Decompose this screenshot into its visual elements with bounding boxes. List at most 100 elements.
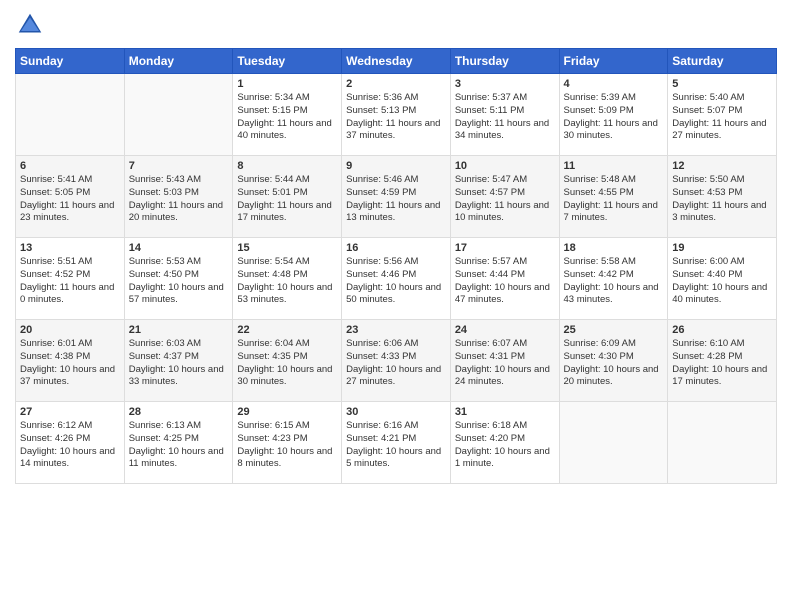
day-info: Sunrise: 5:57 AM Sunset: 4:44 PM Dayligh… [455,256,555,307]
day-info: Sunrise: 6:18 AM Sunset: 4:20 PM Dayligh… [455,420,555,471]
day-info: Sunrise: 5:46 AM Sunset: 4:59 PM Dayligh… [346,174,446,225]
calendar-cell: 18 Sunrise: 5:58 AM Sunset: 4:42 PM Dayli… [559,238,668,320]
day-info: Sunrise: 5:50 AM Sunset: 4:53 PM Dayligh… [672,174,772,225]
header [15,10,777,40]
calendar-cell: 29 Sunrise: 6:15 AM Sunset: 4:23 PM Dayli… [233,402,342,484]
day-number: 30 [346,406,446,418]
week-row-1: 6Sunrise: 5:41 AM Sunset: 5:05 PM Daylig… [16,156,777,238]
day-info: Sunrise: 6:15 AM Sunset: 4:23 PM Dayligh… [237,420,337,471]
calendar-cell: 11 Sunrise: 5:48 AM Sunset: 4:55 PM Dayli… [559,156,668,238]
calendar-cell: 27Sunrise: 6:12 AM Sunset: 4:26 PM Dayli… [16,402,125,484]
logo [15,10,49,40]
calendar-cell: 1 Sunrise: 5:34 AM Sunset: 5:15 PM Daylig… [233,74,342,156]
day-number: 14 [129,242,229,254]
calendar-cell: 10 Sunrise: 5:47 AM Sunset: 4:57 PM Dayli… [450,156,559,238]
day-number: 12 [672,160,772,172]
calendar-cell: 23 Sunrise: 6:06 AM Sunset: 4:33 PM Dayli… [342,320,451,402]
day-info: Sunrise: 5:34 AM Sunset: 5:15 PM Dayligh… [237,92,337,143]
day-number: 2 [346,78,446,90]
day-info: Sunrise: 6:09 AM Sunset: 4:30 PM Dayligh… [564,338,664,389]
week-row-3: 20 Sunrise: 6:01 AM Sunset: 4:38 PM Dayli… [16,320,777,402]
day-info: Sunrise: 5:48 AM Sunset: 4:55 PM Dayligh… [564,174,664,225]
day-info: Sunrise: 5:54 AM Sunset: 4:48 PM Dayligh… [237,256,337,307]
calendar-cell: 2 Sunrise: 5:36 AM Sunset: 5:13 PM Daylig… [342,74,451,156]
calendar-cell: 14 Sunrise: 5:53 AM Sunset: 4:50 PM Dayli… [124,238,233,320]
day-number: 4 [564,78,664,90]
header-day-sunday: Sunday [16,49,125,74]
calendar-cell: 17 Sunrise: 5:57 AM Sunset: 4:44 PM Dayli… [450,238,559,320]
day-number: 22 [237,324,337,336]
week-row-2: 13 Sunrise: 5:51 AM Sunset: 4:52 PM Dayli… [16,238,777,320]
header-day-friday: Friday [559,49,668,74]
calendar-cell: 30 Sunrise: 6:16 AM Sunset: 4:21 PM Dayli… [342,402,451,484]
calendar-header: SundayMondayTuesdayWednesdayThursdayFrid… [16,49,777,74]
day-info: Sunrise: 6:16 AM Sunset: 4:21 PM Dayligh… [346,420,446,471]
calendar-cell [124,74,233,156]
day-info: Sunrise: 6:06 AM Sunset: 4:33 PM Dayligh… [346,338,446,389]
day-number: 11 [564,160,664,172]
day-info: Sunrise: 6:01 AM Sunset: 4:38 PM Dayligh… [20,338,120,389]
calendar-cell: 21 Sunrise: 6:03 AM Sunset: 4:37 PM Dayli… [124,320,233,402]
calendar-cell: 16 Sunrise: 5:56 AM Sunset: 4:46 PM Dayli… [342,238,451,320]
day-number: 26 [672,324,772,336]
day-info: Sunrise: 5:58 AM Sunset: 4:42 PM Dayligh… [564,256,664,307]
header-row: SundayMondayTuesdayWednesdayThursdayFrid… [16,49,777,74]
day-number: 19 [672,242,772,254]
day-number: 24 [455,324,555,336]
day-number: 6 [20,160,120,172]
day-info: Sunrise: 5:37 AM Sunset: 5:11 PM Dayligh… [455,92,555,143]
day-info: Sunrise: 5:40 AM Sunset: 5:07 PM Dayligh… [672,92,772,143]
day-info: Sunrise: 5:43 AM Sunset: 5:03 PM Dayligh… [129,174,229,225]
day-number: 17 [455,242,555,254]
day-number: 21 [129,324,229,336]
day-number: 29 [237,406,337,418]
day-number: 3 [455,78,555,90]
day-number: 10 [455,160,555,172]
calendar-cell [668,402,777,484]
calendar-cell: 26 Sunrise: 6:10 AM Sunset: 4:28 PM Dayli… [668,320,777,402]
calendar-cell: 22 Sunrise: 6:04 AM Sunset: 4:35 PM Dayli… [233,320,342,402]
calendar-cell: 20 Sunrise: 6:01 AM Sunset: 4:38 PM Dayli… [16,320,125,402]
day-number: 31 [455,406,555,418]
day-info: Sunrise: 5:56 AM Sunset: 4:46 PM Dayligh… [346,256,446,307]
logo-icon [15,10,45,40]
day-info: Sunrise: 6:10 AM Sunset: 4:28 PM Dayligh… [672,338,772,389]
day-info: Sunrise: 5:39 AM Sunset: 5:09 PM Dayligh… [564,92,664,143]
day-info: Sunrise: 5:51 AM Sunset: 4:52 PM Dayligh… [20,256,120,307]
day-number: 18 [564,242,664,254]
day-info: Sunrise: 6:03 AM Sunset: 4:37 PM Dayligh… [129,338,229,389]
day-info: Sunrise: 6:04 AM Sunset: 4:35 PM Dayligh… [237,338,337,389]
day-number: 16 [346,242,446,254]
calendar-cell: 15 Sunrise: 5:54 AM Sunset: 4:48 PM Dayli… [233,238,342,320]
day-info: Sunrise: 6:07 AM Sunset: 4:31 PM Dayligh… [455,338,555,389]
week-row-4: 27Sunrise: 6:12 AM Sunset: 4:26 PM Dayli… [16,402,777,484]
day-number: 5 [672,78,772,90]
calendar-cell: 8Sunrise: 5:44 AM Sunset: 5:01 PM Daylig… [233,156,342,238]
header-day-tuesday: Tuesday [233,49,342,74]
header-day-saturday: Saturday [668,49,777,74]
calendar-cell: 28Sunrise: 6:13 AM Sunset: 4:25 PM Dayli… [124,402,233,484]
day-info: Sunrise: 5:44 AM Sunset: 5:01 PM Dayligh… [237,174,337,225]
calendar-cell: 13 Sunrise: 5:51 AM Sunset: 4:52 PM Dayli… [16,238,125,320]
day-number: 20 [20,324,120,336]
day-number: 9 [346,160,446,172]
day-info: Sunrise: 5:53 AM Sunset: 4:50 PM Dayligh… [129,256,229,307]
calendar-cell: 19 Sunrise: 6:00 AM Sunset: 4:40 PM Dayli… [668,238,777,320]
page: SundayMondayTuesdayWednesdayThursdayFrid… [0,0,792,612]
week-row-0: 1 Sunrise: 5:34 AM Sunset: 5:15 PM Daylig… [16,74,777,156]
calendar-cell: 4 Sunrise: 5:39 AM Sunset: 5:09 PM Daylig… [559,74,668,156]
calendar-cell: 3 Sunrise: 5:37 AM Sunset: 5:11 PM Daylig… [450,74,559,156]
day-info: Sunrise: 5:36 AM Sunset: 5:13 PM Dayligh… [346,92,446,143]
day-number: 28 [129,406,229,418]
day-info: Sunrise: 6:00 AM Sunset: 4:40 PM Dayligh… [672,256,772,307]
day-number: 15 [237,242,337,254]
day-info: Sunrise: 6:12 AM Sunset: 4:26 PM Dayligh… [20,420,120,471]
calendar-cell: 25Sunrise: 6:09 AM Sunset: 4:30 PM Dayli… [559,320,668,402]
calendar-cell [559,402,668,484]
day-number: 13 [20,242,120,254]
day-number: 23 [346,324,446,336]
day-number: 1 [237,78,337,90]
calendar-body: 1 Sunrise: 5:34 AM Sunset: 5:15 PM Daylig… [16,74,777,484]
day-info: Sunrise: 5:47 AM Sunset: 4:57 PM Dayligh… [455,174,555,225]
header-day-monday: Monday [124,49,233,74]
